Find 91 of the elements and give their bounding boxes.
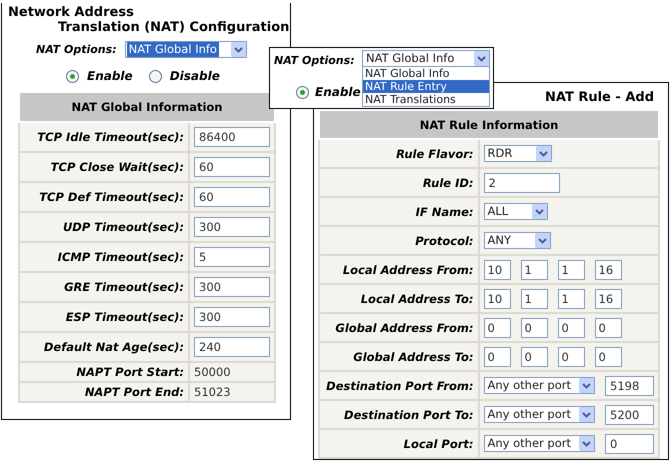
field-label: NAT Options:: [36, 43, 117, 56]
field-label: Global Address From:: [335, 320, 474, 334]
dropdown-value: ANY: [486, 233, 512, 248]
input-field[interactable]: 5: [194, 247, 270, 267]
panel-title: Translation (NAT) Configuration: [58, 20, 290, 35]
table-heading: NAT Global Information: [19, 92, 275, 122]
chevron-down-icon: [579, 436, 594, 451]
field-label: TCP Def Timeout(sec):: [39, 190, 184, 204]
field-label: Local Port:: [404, 436, 474, 450]
octet-field[interactable]: 10: [484, 288, 511, 308]
radio-label: Enable: [87, 69, 133, 83]
radio-button[interactable]: [66, 70, 79, 82]
chevron-down-icon: [230, 42, 246, 57]
field-label: Local Address To:: [360, 292, 474, 306]
field-label: Destination Port To:: [344, 408, 474, 422]
field-label: Rule ID:: [422, 176, 474, 190]
field-value: 50000: [194, 365, 231, 379]
chevron-down-icon: [579, 378, 594, 393]
field-label: NAT Options:: [274, 54, 356, 67]
field-label: TCP Close Wait(sec):: [50, 160, 184, 174]
dropdown-value: RDR: [486, 146, 514, 161]
chevron-down-icon: [474, 51, 489, 66]
dropdown-option[interactable]: NAT Global Info: [363, 67, 489, 80]
chevron-down-icon: [535, 233, 550, 248]
chevron-down-icon: [579, 407, 594, 422]
octet-field[interactable]: 0: [484, 318, 511, 338]
field-label: Protocol:: [415, 234, 474, 248]
field-label: ESP Timeout(sec):: [66, 310, 184, 324]
field-label: GRE Timeout(sec):: [64, 280, 184, 294]
octet-field[interactable]: 0: [594, 346, 622, 366]
input-field[interactable]: 300: [194, 277, 270, 297]
chevron-down-icon: [536, 146, 552, 161]
options-dropdown[interactable]: NAT Global Info: [124, 41, 247, 58]
field-label: UDP Timeout(sec):: [62, 220, 184, 234]
port-dropdown[interactable]: Any other port: [484, 435, 595, 452]
chevron-down-icon: [532, 204, 548, 219]
port-field[interactable]: 5198: [605, 376, 654, 396]
octet-field[interactable]: 0: [520, 318, 548, 338]
input-field[interactable]: 240: [194, 337, 270, 357]
field-label: Local Address From:: [342, 262, 474, 276]
dropdown-option[interactable]: NAT Rule Entry: [363, 80, 489, 93]
dropdown-value: ALL: [486, 204, 510, 219]
port-dropdown[interactable]: Any other port: [484, 406, 595, 423]
octet-field[interactable]: 0: [558, 318, 585, 338]
input-field[interactable]: 300: [194, 217, 270, 237]
octet-field[interactable]: 0: [558, 346, 585, 366]
dropdown-value: NAT Global Info: [365, 51, 456, 66]
input-field[interactable]: 86400: [194, 127, 270, 147]
dropdown-option[interactable]: NAT Translations: [363, 93, 489, 106]
radio-button[interactable]: [296, 86, 309, 98]
octet-field[interactable]: 1: [558, 260, 585, 280]
octet-field[interactable]: 1: [558, 288, 585, 308]
dropdown-value: Any other port: [486, 436, 572, 451]
octet-field[interactable]: 10: [484, 260, 511, 280]
field-label: TCP Idle Timeout(sec):: [37, 130, 184, 144]
field-label: Default Nat Age(sec):: [44, 340, 184, 354]
field-label: IF Name:: [416, 204, 474, 218]
field-label: Rule Flavor:: [396, 146, 474, 160]
octet-field[interactable]: 16: [594, 288, 622, 308]
dropdown-value: Any other port: [486, 378, 572, 393]
field-label: NAPT Port End:: [84, 385, 184, 399]
input-field[interactable]: 2: [484, 172, 560, 192]
dropdown[interactable]: ALL: [484, 203, 548, 220]
field-label: Global Address To:: [353, 350, 474, 364]
octet-field[interactable]: 16: [594, 260, 622, 280]
input-field[interactable]: 60: [194, 157, 270, 177]
radio-label: Enable: [315, 85, 361, 99]
octet-field[interactable]: 1: [520, 260, 548, 280]
field-value: 51023: [194, 385, 231, 399]
port-dropdown[interactable]: Any other port: [484, 377, 595, 394]
input-field[interactable]: 60: [194, 187, 270, 207]
octet-field[interactable]: 0: [594, 318, 622, 338]
port-field[interactable]: 5200: [605, 404, 654, 424]
panel-title: Network Address: [8, 5, 135, 20]
field-label: Destination Port From:: [326, 378, 474, 392]
table-heading: NAT Rule Information: [319, 110, 659, 139]
input-field[interactable]: 300: [194, 307, 270, 327]
octet-field[interactable]: 1: [520, 288, 548, 308]
options-dropdown[interactable]: NAT Global Info: [362, 50, 490, 67]
radio-label: Disable: [170, 69, 220, 83]
port-field[interactable]: 0: [605, 434, 654, 454]
dropdown[interactable]: RDR: [484, 145, 552, 162]
dropdown-value: NAT Global Info: [126, 42, 219, 57]
field-label: NAPT Port Start:: [76, 365, 184, 379]
octet-field[interactable]: 0: [484, 346, 511, 366]
radio-button[interactable]: [148, 70, 162, 82]
field-label: ICMP Timeout(sec):: [58, 250, 184, 264]
panel-title: NAT Rule - Add: [545, 90, 654, 105]
dropdown[interactable]: ANY: [484, 232, 552, 249]
octet-field[interactable]: 0: [520, 346, 548, 366]
dropdown-value: Any other port: [486, 407, 572, 422]
